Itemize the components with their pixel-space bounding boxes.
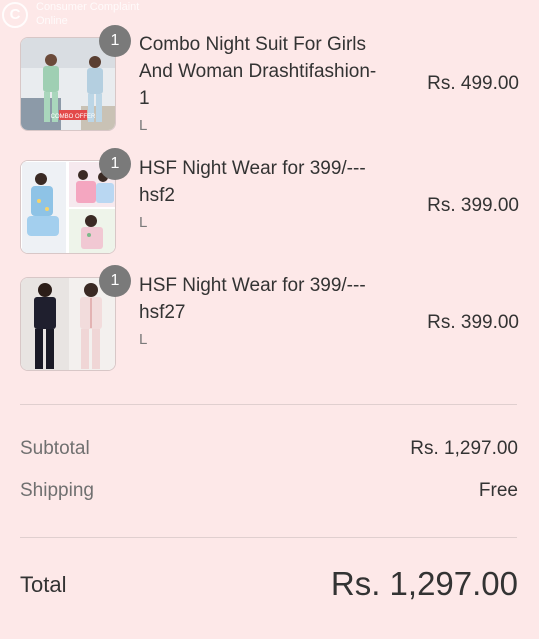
watermark: C Consumer Complaint Online [0, 0, 170, 30]
item-price: Rs. 399.00 [427, 312, 519, 333]
product-image: COMBO OFFER [21, 38, 115, 130]
total-label: Total [20, 572, 67, 597]
order-item-2[interactable]: 1 HSF Night Wear for 399/--- hsf2 L Rs. … [20, 148, 519, 254]
item-title: HSF Night Wear for 399/--- hsf27 [139, 275, 366, 323]
order-item-1[interactable]: COMBO OFFER 1 Combo Night Suit For Girls… [20, 25, 519, 134]
watermark-text: Consumer Complaint Online [36, 1, 140, 27]
copyright-logo-icon: C [2, 2, 28, 28]
divider [20, 537, 517, 538]
quantity-badge: 1 [99, 265, 131, 297]
shipping-label: Shipping [20, 480, 94, 501]
product-image [21, 278, 115, 370]
item-title: HSF Night Wear for 399/--- hsf2 [139, 158, 366, 206]
item-price: Rs. 399.00 [427, 195, 519, 216]
item-title: Combo Night Suit For Girls And Woman Dra… [139, 34, 377, 109]
quantity-badge: 1 [99, 148, 131, 180]
shipping-value: Free [478, 480, 518, 501]
item-variant: L [139, 331, 148, 348]
item-price: Rs. 499.00 [427, 73, 519, 94]
item-variant: L [139, 214, 148, 231]
total-value: Rs. 1,297.00 [330, 565, 518, 602]
svg-text:COMBO OFFER: COMBO OFFER [51, 114, 96, 120]
order-item-3[interactable]: 1 HSF Night Wear for 399/--- hsf27 L Rs.… [20, 265, 519, 371]
product-image [21, 161, 115, 253]
item-variant: L [139, 117, 148, 134]
divider [20, 404, 517, 405]
subtotal-value: Rs. 1,297.00 [410, 438, 518, 459]
subtotal-label: Subtotal [20, 438, 90, 459]
